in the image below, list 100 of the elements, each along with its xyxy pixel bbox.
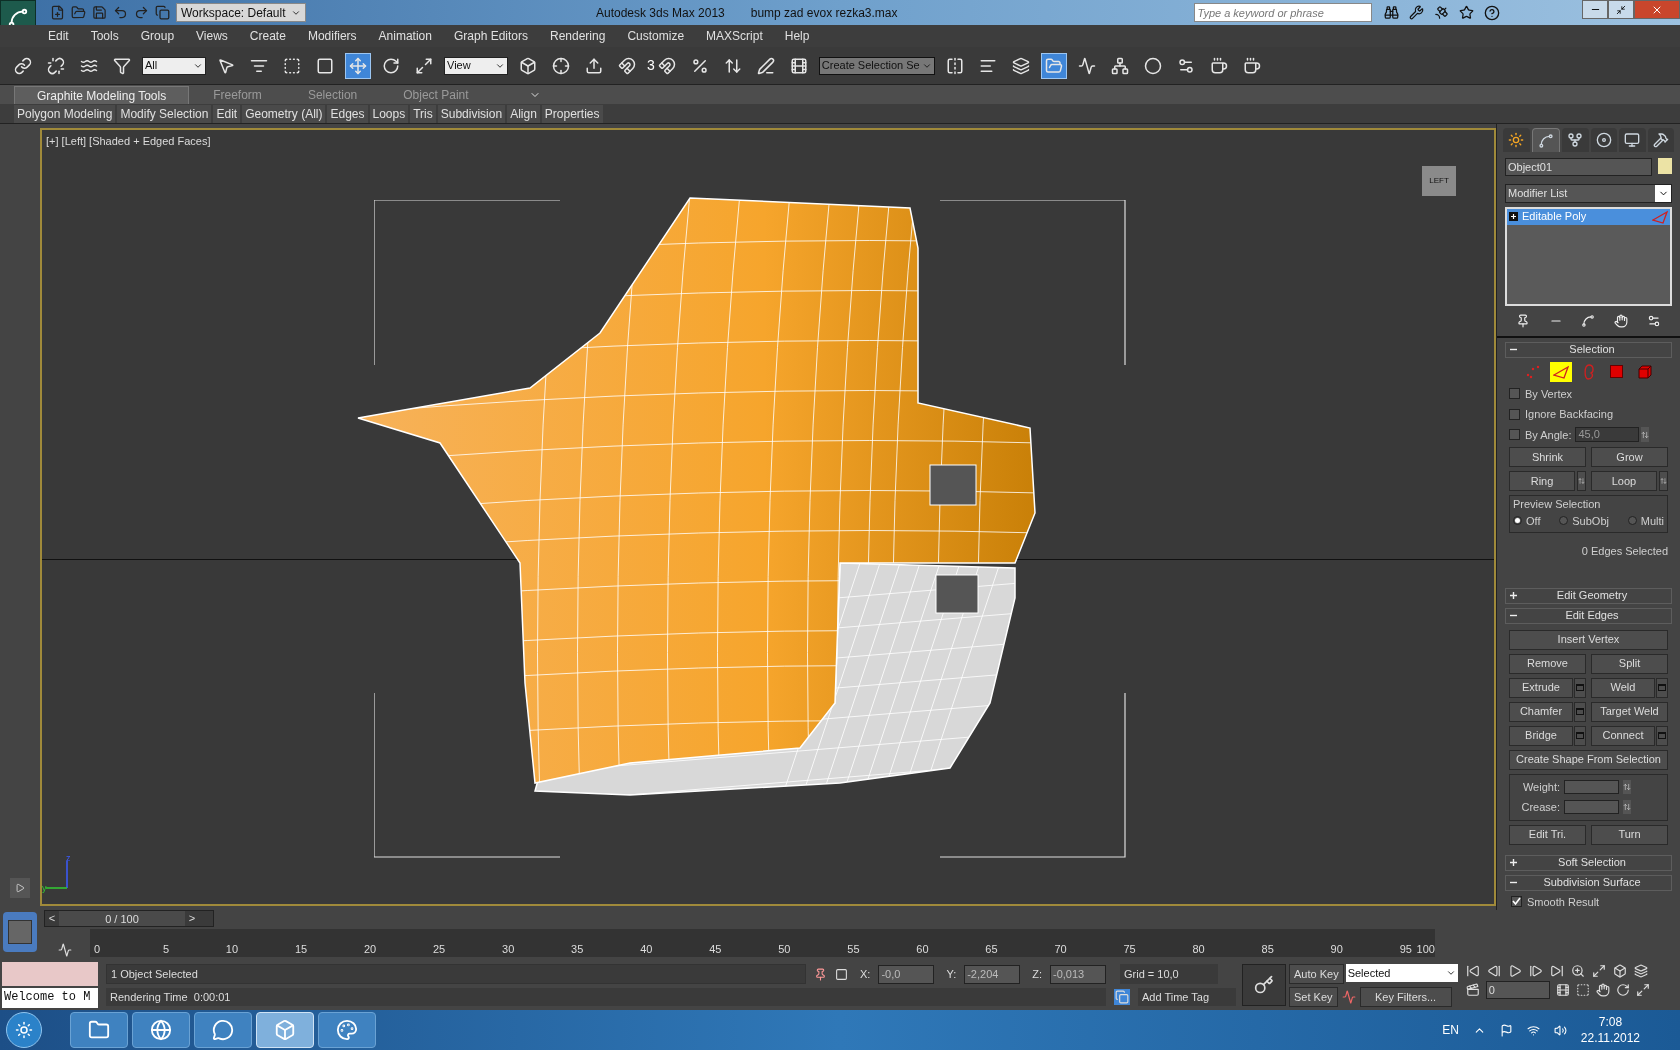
- panel-tab[interactable]: [1562, 128, 1589, 152]
- ribbon-panel[interactable]: Properties: [541, 104, 603, 123]
- viewcube[interactable]: LEFT: [1422, 166, 1456, 196]
- go-to-end-icon[interactable]: [1549, 964, 1564, 978]
- object-color-swatch[interactable]: [1658, 158, 1672, 174]
- layers-icon[interactable]: [1633, 964, 1648, 978]
- key-mode-dropdown[interactable]: Selected: [1345, 964, 1458, 982]
- panel-button[interactable]: Connect: [1591, 725, 1655, 746]
- spinner-arrows[interactable]: [1623, 779, 1631, 794]
- next-frame-button[interactable]: >: [185, 910, 199, 927]
- menu-item[interactable]: MAXScript: [706, 27, 763, 45]
- coordinate-field[interactable]: -0,013: [1050, 964, 1106, 984]
- panel-button[interactable]: Chamfer: [1509, 701, 1573, 722]
- spinner-arrows[interactable]: [1641, 427, 1650, 443]
- panel-tab[interactable]: [1647, 128, 1674, 152]
- panel-button[interactable]: Turn: [1591, 824, 1668, 845]
- checkbox[interactable]: [1511, 896, 1522, 908]
- panel-button[interactable]: Split: [1591, 653, 1668, 674]
- network-icon[interactable]: [1526, 1023, 1540, 1037]
- subobject-toggle[interactable]: [1549, 361, 1572, 382]
- key-mode-icon[interactable]: [1465, 983, 1480, 997]
- radio-button[interactable]: [1627, 516, 1637, 526]
- pan-icon[interactable]: [1595, 983, 1610, 997]
- viewport[interactable]: [+] [Left] [Shaded + Edged Faces] LEFT z y: [40, 128, 1496, 906]
- reference-dropdown[interactable]: View: [444, 56, 508, 75]
- menu-item[interactable]: Tools: [90, 27, 119, 45]
- listener-input[interactable]: Welcome to M: [2, 988, 98, 1008]
- star-icon[interactable]: [1458, 5, 1474, 20]
- panel-tab[interactable]: [1590, 128, 1617, 152]
- menu-item[interactable]: Edit: [48, 27, 69, 45]
- ribbon-panel[interactable]: Geometry (All): [242, 104, 326, 123]
- maximize-button[interactable]: [1608, 0, 1634, 19]
- start-button[interactable]: [6, 1012, 42, 1048]
- volume-icon[interactable]: [1553, 1023, 1567, 1037]
- go-to-start-icon[interactable]: [1465, 964, 1480, 978]
- project-icon[interactable]: [155, 5, 170, 20]
- spinner-field[interactable]: [1564, 779, 1619, 794]
- help-icon[interactable]: [1483, 4, 1500, 21]
- taskbar-app[interactable]: [70, 1012, 128, 1048]
- clock-date[interactable]: 22.11.2012: [1580, 1030, 1640, 1046]
- panel-tab[interactable]: [1503, 128, 1530, 152]
- language-indicator[interactable]: EN: [1442, 1021, 1459, 1039]
- hand-icon[interactable]: [1614, 313, 1629, 328]
- next-frame-icon[interactable]: [1528, 964, 1543, 978]
- angle-field[interactable]: 45,0: [1575, 427, 1640, 443]
- checkbox[interactable]: [1509, 388, 1520, 400]
- plus-icon[interactable]: [1509, 212, 1518, 221]
- menu-item[interactable]: Views: [196, 27, 228, 45]
- frame-counter[interactable]: 0 / 100: [59, 911, 185, 926]
- ribbon-tab[interactable]: Graphite Modeling Tools: [14, 86, 190, 104]
- orbit-icon[interactable]: [1615, 983, 1630, 997]
- prev-frame-button[interactable]: <: [45, 910, 59, 927]
- ribbon-panel[interactable]: Tris: [410, 104, 436, 123]
- menu-item[interactable]: Rendering: [550, 27, 606, 45]
- rollout-header[interactable]: Subdivision Surface: [1505, 874, 1672, 891]
- binoculars-icon[interactable]: [1383, 5, 1399, 20]
- viewport-thumbnail[interactable]: [3, 912, 37, 952]
- undo-icon[interactable]: [113, 5, 128, 20]
- key-filters-button[interactable]: Key Filters...: [1359, 987, 1452, 1007]
- frame-counter-bar[interactable]: < 0 / 100 >: [44, 910, 214, 927]
- panel-tab[interactable]: [1619, 128, 1646, 152]
- auto-key-button[interactable]: Auto Key: [1289, 964, 1344, 984]
- time-config-icon[interactable]: [1555, 983, 1570, 997]
- menu-item[interactable]: Animation: [378, 27, 432, 45]
- panel-tab[interactable]: [1531, 128, 1560, 152]
- modifier-list-dropdown[interactable]: Modifier List: [1505, 184, 1672, 203]
- panel-button[interactable]: Shrink: [1509, 447, 1586, 467]
- radio-button[interactable]: [1559, 516, 1569, 526]
- selection-filter-dropdown[interactable]: All: [142, 56, 206, 75]
- open-icon[interactable]: [71, 5, 86, 20]
- flag-icon[interactable]: [1499, 1023, 1513, 1037]
- spinner-field[interactable]: [1564, 800, 1619, 815]
- rollout-header[interactable]: Edit Geometry: [1505, 587, 1672, 604]
- pin-icon[interactable]: [1516, 313, 1531, 328]
- region-zoom-icon[interactable]: [1575, 983, 1590, 997]
- search-field[interactable]: Type a keyword or phrase: [1193, 3, 1372, 22]
- redo-icon[interactable]: [134, 5, 149, 20]
- frame-field[interactable]: 0: [1485, 981, 1550, 999]
- menu-item[interactable]: Help: [784, 27, 810, 45]
- new-file-icon[interactable]: [50, 5, 65, 20]
- panel-button[interactable]: Target Weld: [1591, 701, 1668, 722]
- panel-button[interactable]: Create Shape From Selection: [1509, 749, 1668, 770]
- configure-icon[interactable]: [1646, 313, 1661, 328]
- taskbar-app[interactable]: [194, 1012, 252, 1048]
- fork-icon[interactable]: [1581, 313, 1596, 328]
- panel-button[interactable]: Ring: [1509, 471, 1575, 491]
- curve-editor-icon[interactable]: [58, 943, 72, 957]
- panel-button[interactable]: Loop: [1591, 471, 1657, 491]
- key-button[interactable]: [1242, 964, 1286, 1006]
- panel-button[interactable]: Insert Vertex: [1509, 629, 1668, 650]
- cube-icon[interactable]: [1612, 964, 1627, 978]
- ribbon-panel[interactable]: Polygon Modeling: [14, 104, 116, 123]
- radio-button[interactable]: [1513, 516, 1522, 526]
- menu-item[interactable]: Graph Editors: [453, 27, 528, 45]
- timeline-track[interactable]: 0 5 10 15 20 25 30 35 40 45 50 55 60 65 70 75 80 85 90 95 100: [90, 929, 1435, 957]
- taskbar-app[interactable]: [318, 1012, 376, 1048]
- panel-button[interactable]: Grow: [1591, 447, 1668, 467]
- previous-frame-icon[interactable]: [1486, 964, 1501, 978]
- ribbon-panel[interactable]: Modify Selection: [117, 104, 212, 123]
- menu-item[interactable]: Customize: [627, 27, 685, 45]
